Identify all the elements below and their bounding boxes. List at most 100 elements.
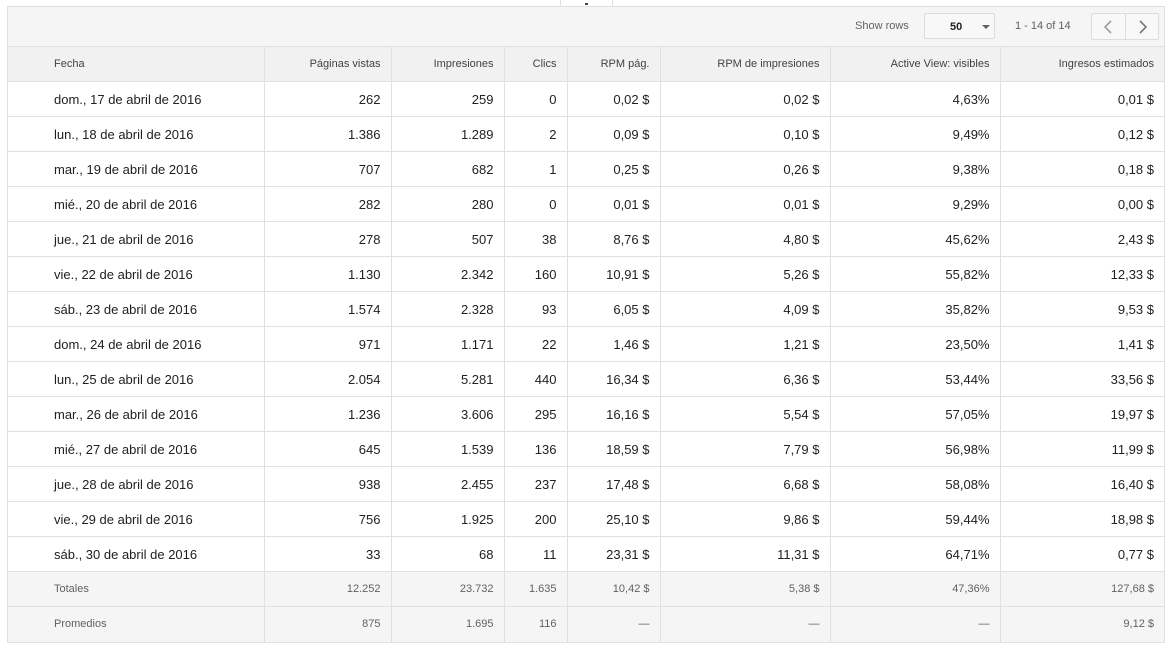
cell-date: dom., 17 de abril de 2016 bbox=[8, 81, 265, 117]
totals-estimated-earnings: 127,68 $ bbox=[1000, 571, 1164, 607]
cell-page-views: 278 bbox=[264, 221, 392, 257]
averages-estimated-earnings: 9,12 $ bbox=[1000, 606, 1164, 642]
table-toolbar: Show rows 50 1 - 14 of 14 bbox=[8, 6, 1164, 46]
cell-page-rpm: 23,31 $ bbox=[567, 536, 661, 572]
cell-impression-rpm: 0,26 $ bbox=[660, 151, 831, 187]
cell-impression-rpm: 6,36 $ bbox=[660, 361, 831, 397]
cell-page-rpm: 18,59 $ bbox=[567, 431, 661, 467]
cell-impression-rpm: 4,80 $ bbox=[660, 221, 831, 257]
cell-impressions: 1.925 bbox=[391, 501, 505, 537]
cell-date: dom., 24 de abril de 2016 bbox=[8, 326, 265, 362]
cell-impression-rpm: 0,02 $ bbox=[660, 81, 831, 117]
cell-impression-rpm: 1,21 $ bbox=[660, 326, 831, 362]
report-panel: Show rows 50 1 - 14 of 14 Fecha Páginas v… bbox=[7, 6, 1165, 643]
cell-date: vie., 22 de abril de 2016 bbox=[8, 256, 265, 292]
pagination-controls bbox=[1091, 13, 1159, 40]
cell-clicks: 237 bbox=[504, 466, 568, 502]
cell-date: mar., 26 de abril de 2016 bbox=[8, 396, 265, 432]
cell-active-view-viewable: 64,71% bbox=[830, 536, 1001, 572]
cell-active-view-viewable: 9,38% bbox=[830, 151, 1001, 187]
cell-active-view-viewable: 59,44% bbox=[830, 501, 1001, 537]
cell-page-views: 1.574 bbox=[264, 291, 392, 327]
cell-estimated-earnings: 0,77 $ bbox=[1000, 536, 1164, 572]
cell-active-view-viewable: 35,82% bbox=[830, 291, 1001, 327]
table-row: mié., 27 de abril de 2016 645 1.539 136 18,5… bbox=[8, 431, 1164, 467]
table-row: lun., 18 de abril de 2016 1.386 1.289 2 0,09… bbox=[8, 116, 1164, 152]
averages-clicks: 116 bbox=[504, 606, 568, 642]
cell-impressions: 507 bbox=[391, 221, 505, 257]
cell-estimated-earnings: 16,40 $ bbox=[1000, 466, 1164, 502]
averages-page-rpm: — bbox=[567, 606, 661, 642]
cell-date: sáb., 23 de abril de 2016 bbox=[8, 291, 265, 327]
cell-clicks: 1 bbox=[504, 151, 568, 187]
totals-impressions: 23.732 bbox=[391, 571, 505, 607]
column-header-estimated-earnings[interactable]: Ingresos estimados bbox=[1000, 46, 1164, 82]
averages-impression-rpm: — bbox=[660, 606, 831, 642]
cell-estimated-earnings: 9,53 $ bbox=[1000, 291, 1164, 327]
averages-row: Promedios 875 1.695 116— — —9,12 $ bbox=[8, 606, 1164, 642]
cell-active-view-viewable: 4,63% bbox=[830, 81, 1001, 117]
table-row: sáb., 30 de abril de 2016 33 68 11 23,31 $11… bbox=[8, 536, 1164, 572]
totals-label: Totales bbox=[8, 571, 265, 607]
cell-page-rpm: 16,34 $ bbox=[567, 361, 661, 397]
cell-impression-rpm: 4,09 $ bbox=[660, 291, 831, 327]
cell-impression-rpm: 11,31 $ bbox=[660, 536, 831, 572]
column-header-page-rpm[interactable]: RPM pág. bbox=[567, 46, 661, 82]
cell-page-rpm: 0,02 $ bbox=[567, 81, 661, 117]
cell-page-rpm: 0,09 $ bbox=[567, 116, 661, 152]
cell-impressions: 2.328 bbox=[391, 291, 505, 327]
cell-impression-rpm: 0,10 $ bbox=[660, 116, 831, 152]
next-page-button[interactable] bbox=[1126, 14, 1159, 39]
totals-row: Totales 12.252 23.732 1.635 10,42 $5,38 $47,… bbox=[8, 571, 1164, 607]
chevron-left-icon bbox=[1103, 20, 1112, 34]
cell-page-views: 33 bbox=[264, 536, 392, 572]
cell-date: jue., 21 de abril de 2016 bbox=[8, 221, 265, 257]
cell-estimated-earnings: 2,43 $ bbox=[1000, 221, 1164, 257]
cell-impressions: 2.455 bbox=[391, 466, 505, 502]
cell-estimated-earnings: 1,41 $ bbox=[1000, 326, 1164, 362]
averages-page-views: 875 bbox=[264, 606, 392, 642]
cell-date: jue., 28 de abril de 2016 bbox=[8, 466, 265, 502]
column-header-impression-rpm[interactable]: RPM de impresiones bbox=[660, 46, 831, 82]
cell-active-view-viewable: 57,05% bbox=[830, 396, 1001, 432]
cell-page-views: 282 bbox=[264, 186, 392, 222]
cell-page-views: 938 bbox=[264, 466, 392, 502]
cell-impressions: 5.281 bbox=[391, 361, 505, 397]
column-header-page-views[interactable]: Páginas vistas bbox=[264, 46, 392, 82]
cell-page-views: 1.130 bbox=[264, 256, 392, 292]
cell-estimated-earnings: 18,98 $ bbox=[1000, 501, 1164, 537]
cell-page-views: 1.236 bbox=[264, 396, 392, 432]
column-header-impressions[interactable]: Impresiones bbox=[391, 46, 505, 82]
cell-impression-rpm: 9,86 $ bbox=[660, 501, 831, 537]
totals-page-views: 12.252 bbox=[264, 571, 392, 607]
cell-active-view-viewable: 45,62% bbox=[830, 221, 1001, 257]
averages-label: Promedios bbox=[8, 606, 265, 642]
cell-impressions: 68 bbox=[391, 536, 505, 572]
column-header-active-view-viewable[interactable]: Active View: visibles bbox=[830, 46, 1001, 82]
cell-active-view-viewable: 58,08% bbox=[830, 466, 1001, 502]
header-row: Fecha Páginas vistas Impresiones Clics RPM p… bbox=[8, 46, 1164, 82]
cell-impression-rpm: 5,54 $ bbox=[660, 396, 831, 432]
cell-page-rpm: 16,16 $ bbox=[567, 396, 661, 432]
totals-clicks: 1.635 bbox=[504, 571, 568, 607]
table-row: mié., 20 de abril de 2016 282 280 0 0,01 $0,… bbox=[8, 186, 1164, 222]
totals-active-view-viewable: 47,36% bbox=[830, 571, 1001, 607]
rows-per-page-value: 50 bbox=[950, 21, 963, 33]
cell-estimated-earnings: 0,18 $ bbox=[1000, 151, 1164, 187]
column-header-clicks[interactable]: Clics bbox=[504, 46, 568, 82]
tab-marker-icon bbox=[585, 3, 588, 5]
rows-per-page-select[interactable]: 50 bbox=[924, 13, 995, 39]
previous-page-button[interactable] bbox=[1092, 14, 1126, 39]
cell-active-view-viewable: 55,82% bbox=[830, 256, 1001, 292]
cell-estimated-earnings: 0,00 $ bbox=[1000, 186, 1164, 222]
cell-impressions: 1.171 bbox=[391, 326, 505, 362]
cell-impression-rpm: 5,26 $ bbox=[660, 256, 831, 292]
table-row: mar., 26 de abril de 2016 1.236 3.606 295 16… bbox=[8, 396, 1164, 432]
column-header-date[interactable]: Fecha bbox=[8, 46, 265, 82]
cell-page-rpm: 0,25 $ bbox=[567, 151, 661, 187]
totals-impression-rpm: 5,38 $ bbox=[660, 571, 831, 607]
chevron-right-icon bbox=[1139, 20, 1148, 34]
table-row: sáb., 23 de abril de 2016 1.574 2.328 93 6,0… bbox=[8, 291, 1164, 327]
table-row: vie., 22 de abril de 2016 1.130 2.342 160 10… bbox=[8, 256, 1164, 292]
cell-page-rpm: 1,46 $ bbox=[567, 326, 661, 362]
